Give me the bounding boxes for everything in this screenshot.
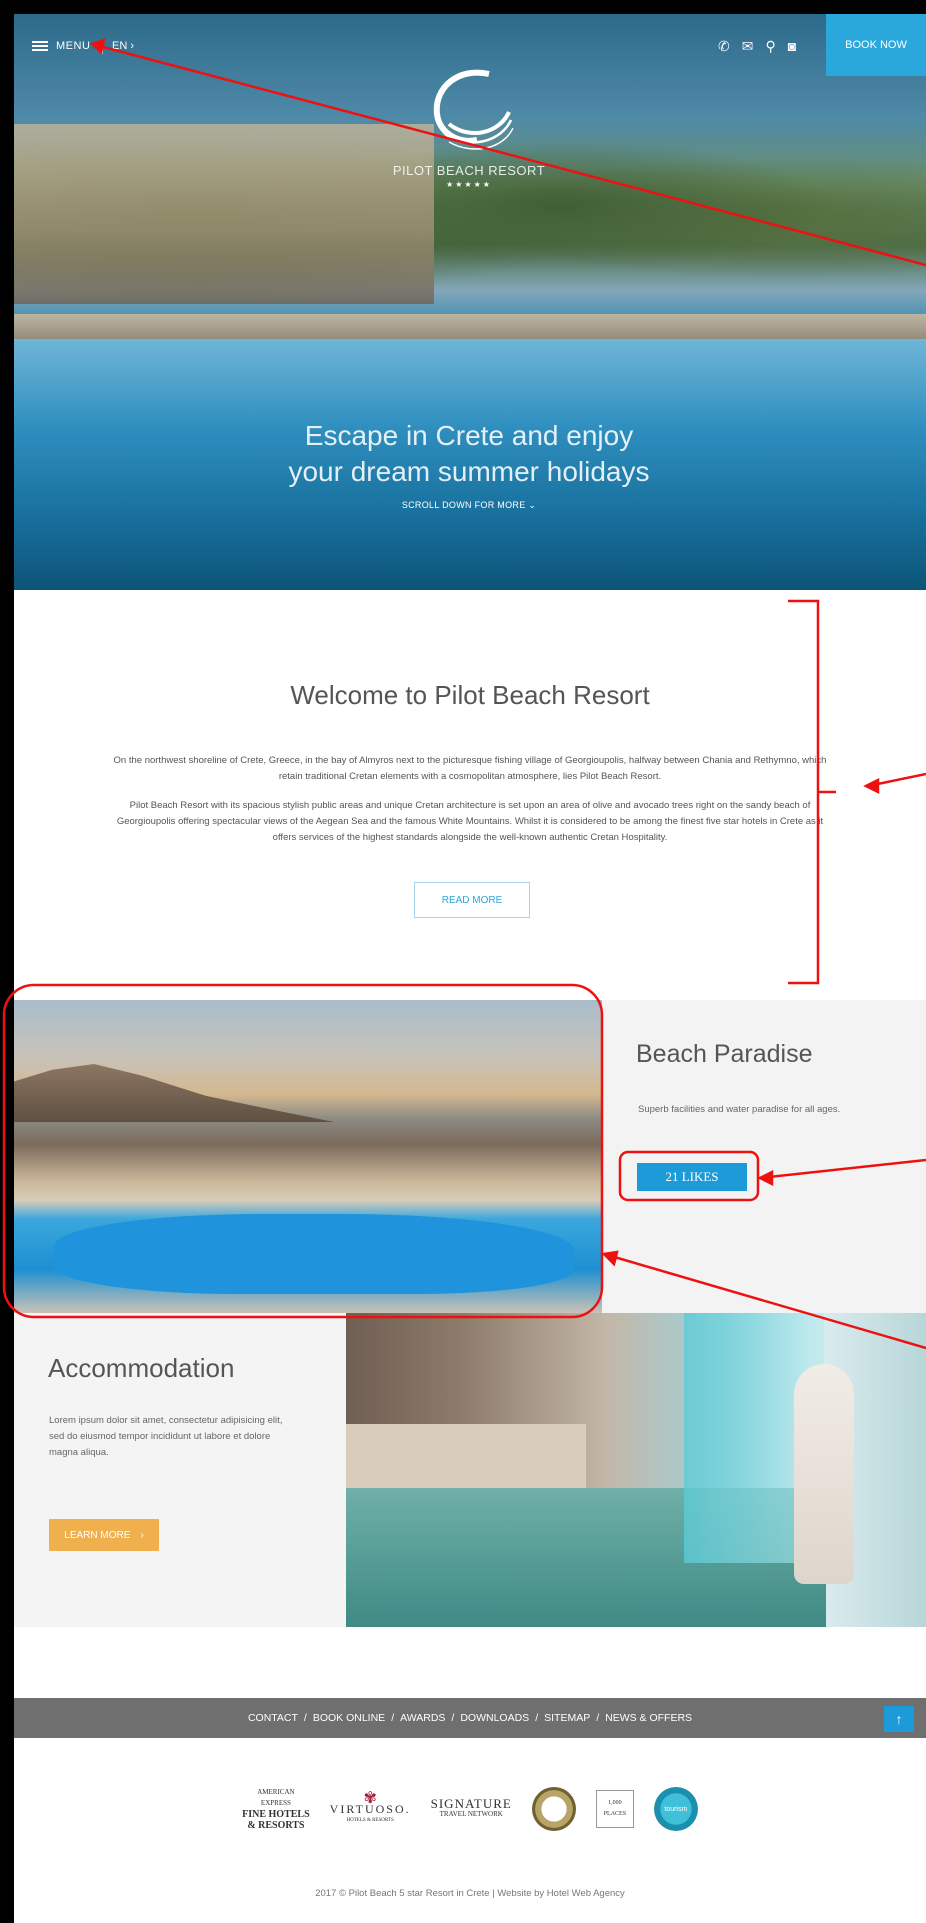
annotation-arrowhead-welcome (863, 777, 880, 795)
annotation-arrow-beach (603, 1252, 926, 1350)
annotation-arrowhead-likes (757, 1169, 774, 1187)
annotation-box-likes (618, 1150, 760, 1202)
annotation-shapes (2, 38, 926, 1350)
annotation-box-beach-image (2, 983, 604, 1319)
annotation-arrowhead-beach (601, 1250, 619, 1267)
annotation-arrow-likes (759, 1158, 926, 1180)
annotation-arrowhead-menu (89, 38, 106, 55)
annotation-bracket-welcome (788, 599, 820, 985)
annotation-overlay (2, 38, 926, 1350)
annotation-arrow-menu (91, 42, 926, 267)
